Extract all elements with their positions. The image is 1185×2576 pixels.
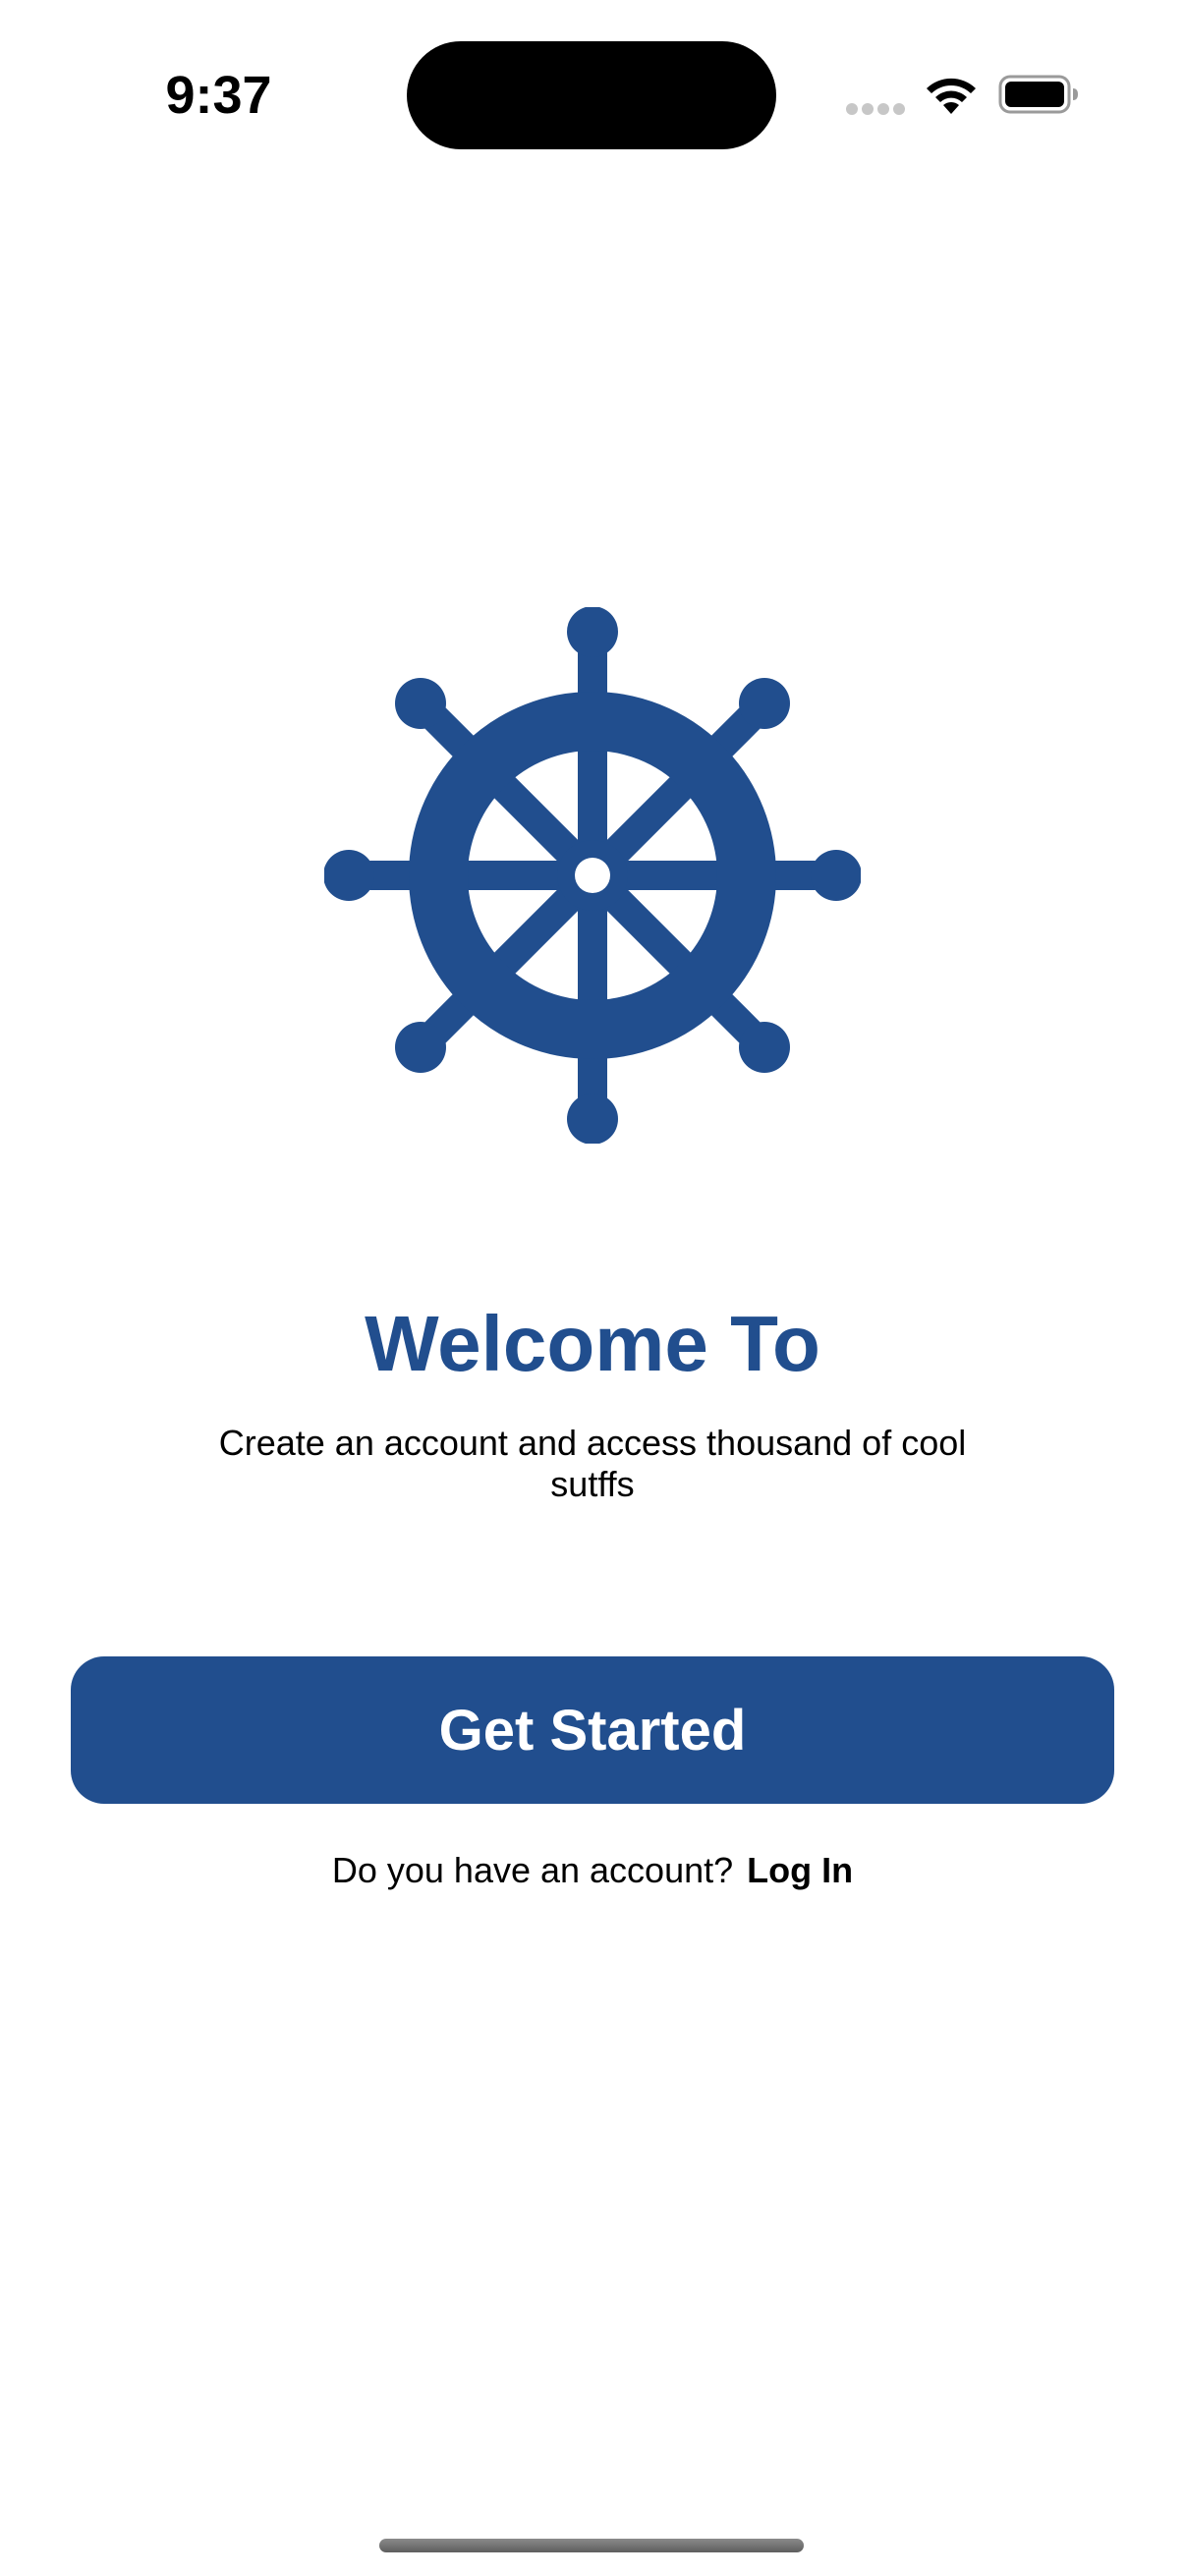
ship-wheel-icon — [324, 607, 861, 1144]
account-prompt-text: Do you have an account? — [331, 1850, 734, 1890]
dynamic-island — [407, 41, 776, 149]
login-prompt-row: Do you have an account? Log In — [0, 1843, 1185, 1898]
welcome-title: Welcome To — [365, 1300, 820, 1387]
status-time: 9:37 — [165, 66, 272, 125]
status-bar: 9:37 — [0, 0, 1185, 177]
home-indicator[interactable] — [379, 2539, 804, 2552]
cellular-signal-icon — [846, 103, 905, 115]
welcome-subtitle: Create an account and access thousand of… — [218, 1423, 967, 1504]
login-link[interactable]: Log In — [747, 1850, 853, 1890]
battery-icon — [998, 75, 1078, 114]
get-started-button[interactable]: Get Started — [71, 1656, 1114, 1804]
wifi-icon — [927, 78, 976, 114]
get-started-label: Get Started — [438, 1698, 747, 1763]
